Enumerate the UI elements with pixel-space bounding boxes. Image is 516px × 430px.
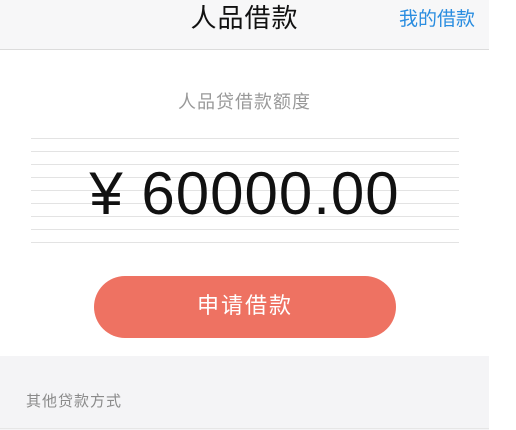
loan-amount: ¥ 60000.00 — [89, 160, 400, 227]
divider-line — [31, 138, 459, 139]
other-loan-methods-label: 其他贷款方式 — [26, 392, 123, 410]
other-loan-methods-section[interactable]: 其他贷款方式 — [0, 356, 489, 430]
apply-loan-button[interactable]: 申请借款 — [94, 276, 396, 338]
divider-line — [31, 151, 459, 152]
divider-line — [31, 229, 459, 230]
bottom-divider — [0, 428, 489, 429]
right-margin — [489, 0, 516, 430]
limit-label: 人品贷借款额度 — [178, 92, 311, 113]
my-loans-link[interactable]: 我的借款 — [399, 0, 475, 38]
navigation-bar: 人品借款 我的借款 — [0, 0, 489, 50]
loan-limit-card: 人品贷借款额度 ¥ 60000.00 申请借款 — [0, 50, 489, 355]
app-screen: 人品借款 我的借款 人品贷借款额度 ¥ 60000.00 申请借款 其他贷款方式 — [0, 0, 516, 430]
divider-line — [31, 242, 459, 243]
